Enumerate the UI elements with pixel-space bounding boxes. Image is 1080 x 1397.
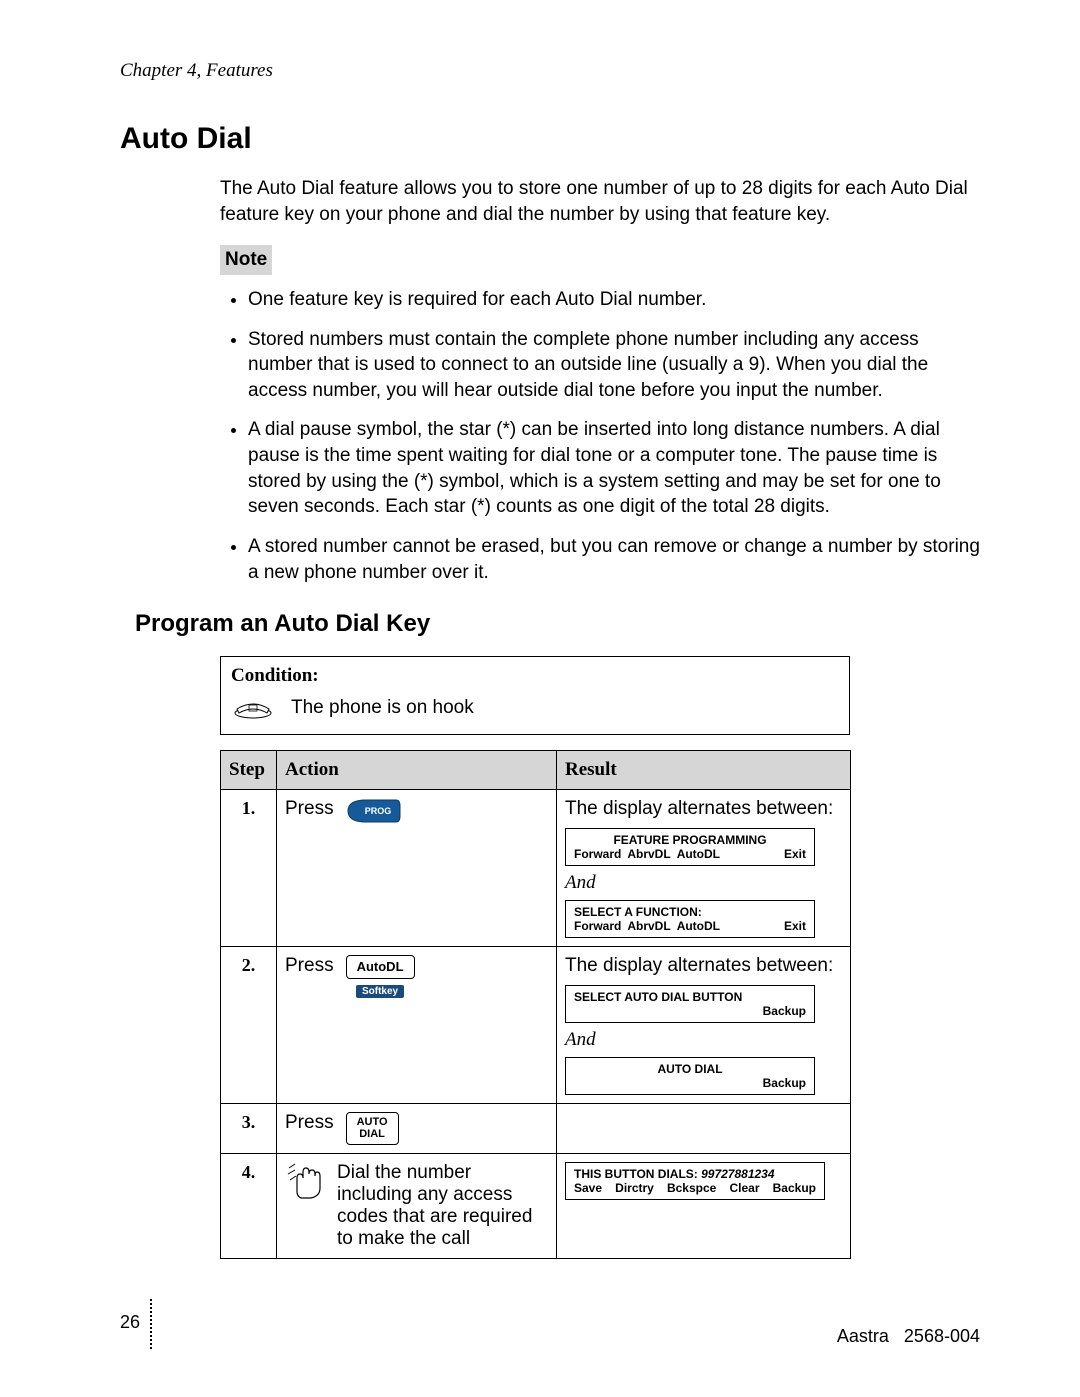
condition-label: Condition:	[231, 665, 839, 687]
th-result: Result	[557, 751, 851, 790]
press-label: Press	[285, 1112, 334, 1134]
intro-paragraph: The Auto Dial feature allows you to stor…	[220, 176, 980, 227]
note-label: Note	[220, 245, 272, 275]
action-cell: Press PROG	[277, 790, 557, 947]
step-number: 3.	[221, 1104, 277, 1153]
action-cell: Dial the number including any access cod…	[277, 1153, 557, 1258]
note-item: Stored numbers must contain the complete…	[248, 327, 980, 404]
result-intro: The display alternates between:	[565, 798, 842, 820]
lcd-display: AUTO DIAL Backup	[565, 1057, 815, 1095]
prog-key-icon: PROG	[346, 798, 402, 829]
running-head: Chapter 4, Features	[120, 60, 980, 82]
footer-doc-id: 2568-004	[904, 1326, 980, 1346]
note-item: A stored number cannot be erased, but yo…	[248, 534, 980, 585]
auto-dial-key: AUTO DIAL	[346, 1112, 399, 1144]
table-row: 2. Press AutoDL Softkey The display alte…	[221, 947, 851, 1104]
footer-dotted-divider	[150, 1299, 152, 1349]
lcd-row: Forward AbrvDL AutoDL Exit	[574, 919, 806, 933]
condition-text: The phone is on hook	[291, 697, 474, 719]
softkey-tag: Softkey	[356, 985, 404, 998]
lcd-row: Save Dirctry Bckspce Clear Backup	[574, 1181, 816, 1195]
lcd-display: SELECT A FUNCTION: Forward AbrvDL AutoDL…	[565, 900, 815, 938]
step-number: 1.	[221, 790, 277, 947]
lcd-line: THIS BUTTON DIALS: 99727881234	[574, 1167, 816, 1181]
result-cell: THIS BUTTON DIALS: 99727881234 Save Dirc…	[557, 1153, 851, 1258]
lcd-display: FEATURE PROGRAMMING Forward AbrvDL AutoD…	[565, 828, 815, 866]
autodl-softkey: AutoDL Softkey	[346, 955, 415, 998]
lcd-row: Backup	[574, 1076, 806, 1090]
condition-box: Condition: The phone is on hook	[220, 656, 850, 735]
table-row: 4. Dial the number including any access …	[221, 1153, 851, 1258]
lcd-row: Backup	[574, 1004, 806, 1018]
result-intro: The display alternates between:	[565, 955, 842, 977]
table-row: 3. Press AUTO DIAL	[221, 1104, 851, 1153]
table-row: 1. Press PROG The display alternates bet	[221, 790, 851, 947]
th-action: Action	[277, 751, 557, 790]
step-number: 4.	[221, 1153, 277, 1258]
dial-instruction: Dial the number including any access cod…	[337, 1162, 548, 1250]
action-cell: Press AUTO DIAL	[277, 1104, 557, 1153]
note-list: One feature key is required for each Aut…	[220, 287, 980, 585]
lcd-title: SELECT A FUNCTION:	[574, 905, 806, 919]
press-label: Press	[285, 798, 334, 820]
lcd-row: Forward AbrvDL AutoDL Exit	[574, 847, 806, 861]
page: Chapter 4, Features Auto Dial The Auto D…	[0, 0, 1080, 1397]
subsection-title: Program an Auto Dial Key	[135, 610, 980, 638]
phone-on-hook-icon	[231, 691, 275, 724]
note-item: A dial pause symbol, the star (*) can be…	[248, 417, 980, 520]
lcd-title: FEATURE PROGRAMMING	[574, 833, 806, 847]
action-cell: Press AutoDL Softkey	[277, 947, 557, 1104]
footer-right: Aastra 2568-004	[837, 1326, 980, 1347]
th-step: Step	[221, 751, 277, 790]
result-cell	[557, 1104, 851, 1153]
note-item: One feature key is required for each Aut…	[248, 287, 980, 313]
result-cell: The display alternates between: FEATURE …	[557, 790, 851, 947]
steps-table: Step Action Result 1. Press PROG	[220, 750, 851, 1258]
and-separator: And	[565, 872, 842, 894]
lcd-display: SELECT AUTO DIAL BUTTON Backup	[565, 985, 815, 1023]
press-label: Press	[285, 955, 334, 977]
result-cell: The display alternates between: SELECT A…	[557, 947, 851, 1104]
lcd-display: THIS BUTTON DIALS: 99727881234 Save Dirc…	[565, 1162, 825, 1200]
and-separator: And	[565, 1029, 842, 1051]
body-block: The Auto Dial feature allows you to stor…	[220, 176, 980, 585]
lcd-title: SELECT AUTO DIAL BUTTON	[574, 990, 806, 1004]
page-number: 26	[120, 1312, 140, 1333]
softkey-label: AutoDL	[346, 955, 415, 979]
svg-text:PROG: PROG	[364, 806, 391, 816]
step-number: 2.	[221, 947, 277, 1104]
dial-hand-icon	[285, 1162, 325, 1207]
page-footer: 26 Aastra 2568-004	[120, 1297, 980, 1347]
section-title: Auto Dial	[120, 122, 980, 156]
footer-brand: Aastra	[837, 1326, 889, 1346]
lcd-title: AUTO DIAL	[574, 1062, 806, 1076]
